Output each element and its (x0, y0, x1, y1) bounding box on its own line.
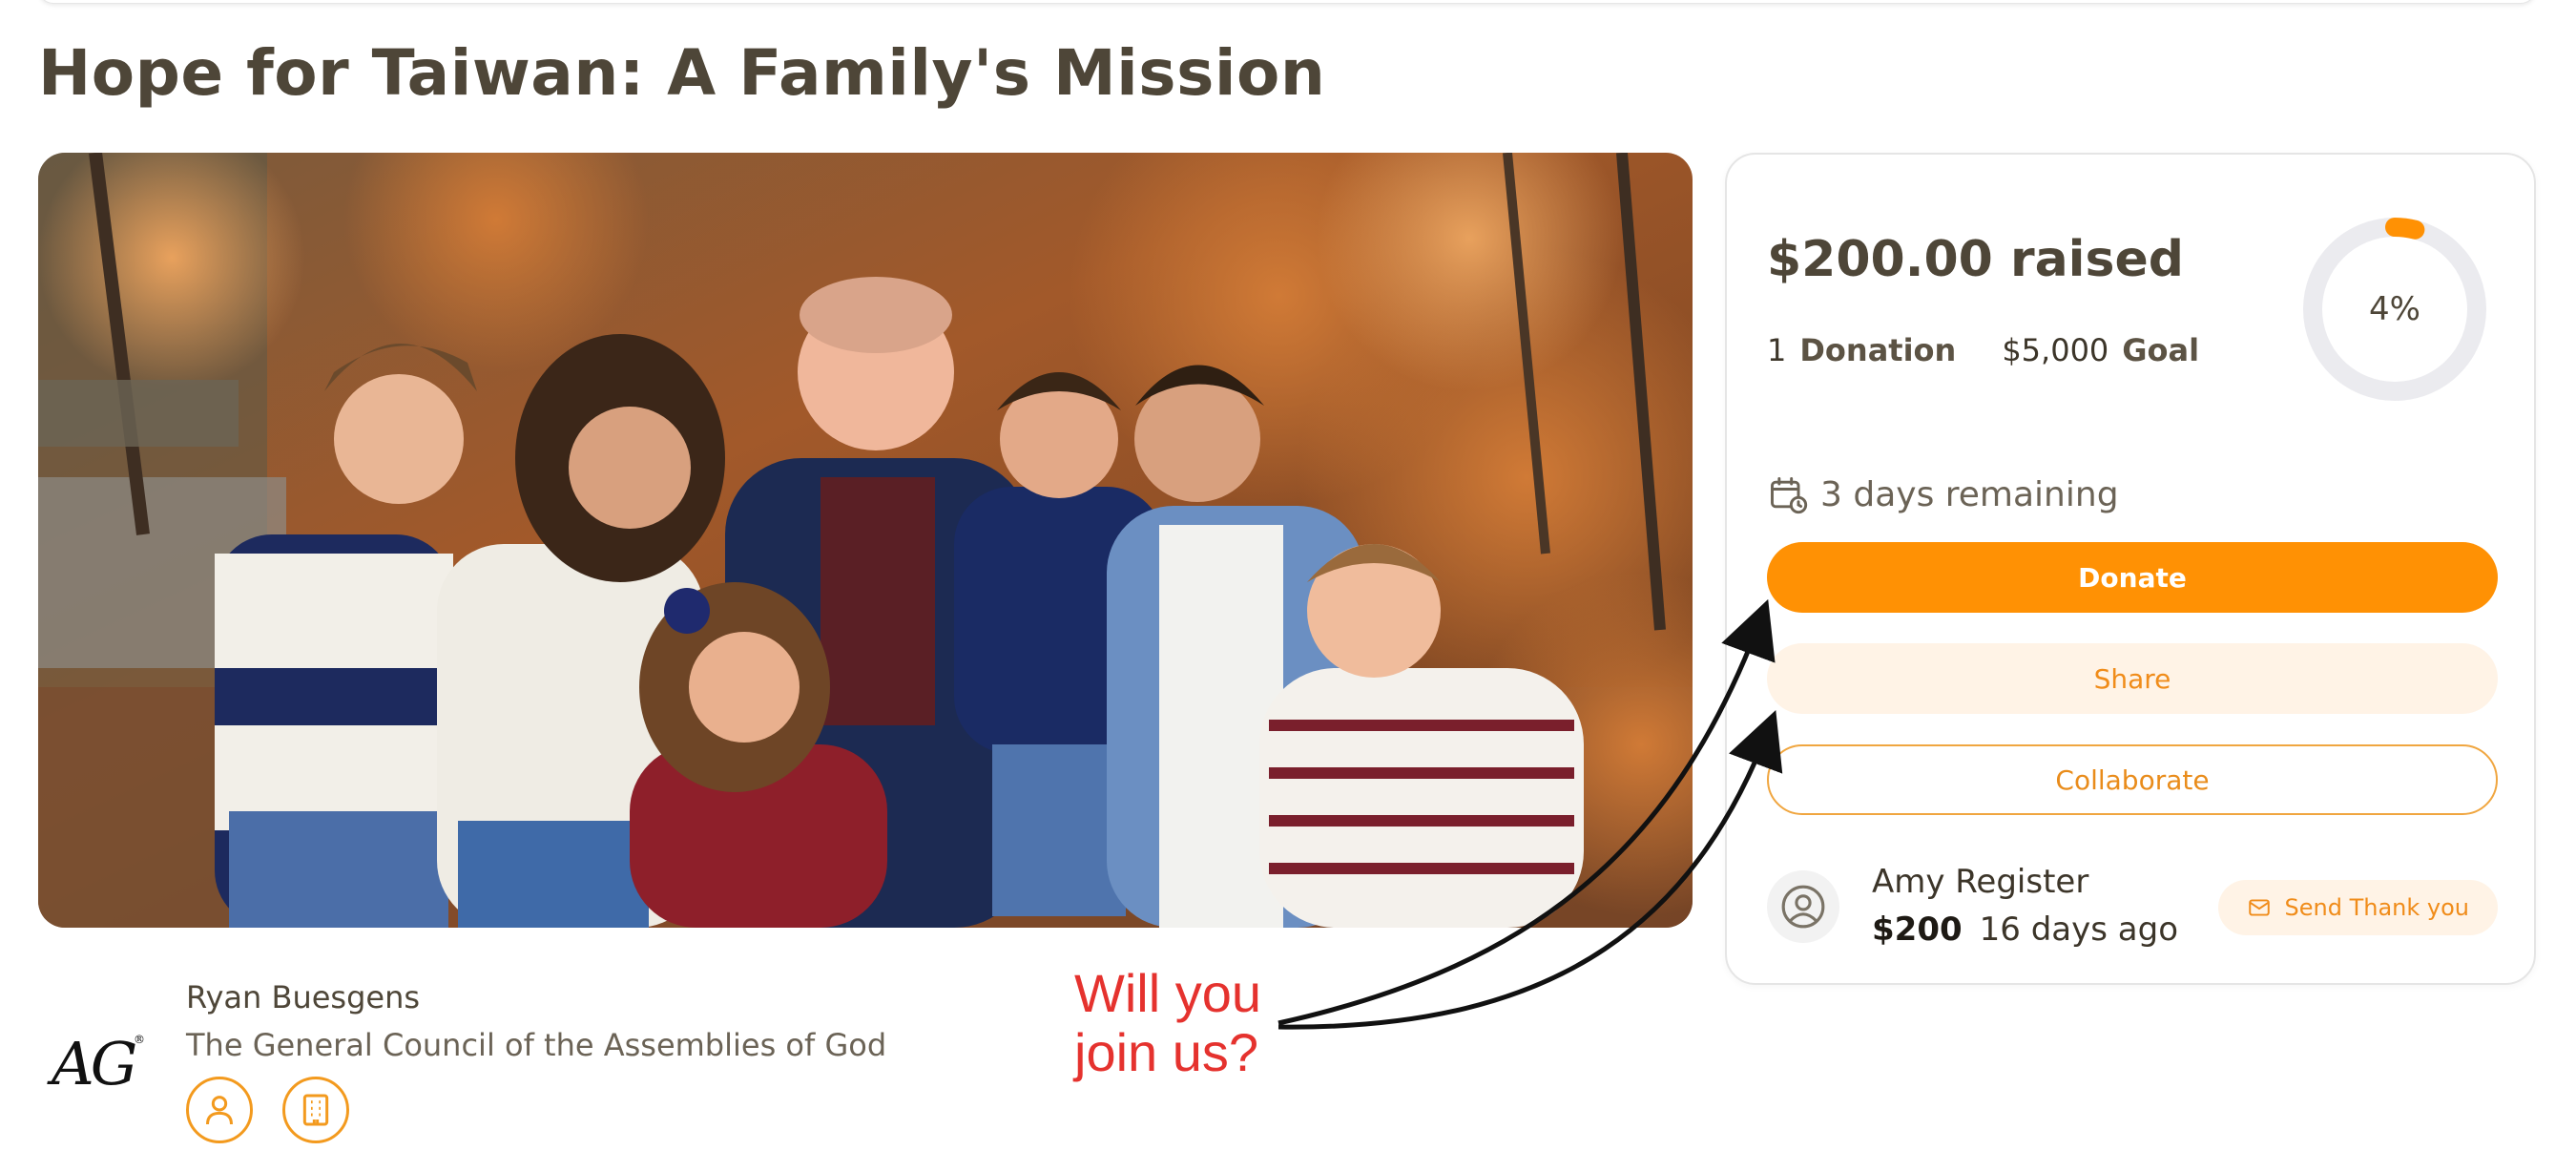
annotation-line-1: Will you (1074, 963, 1262, 1023)
organization-logo: AG ® (52, 1029, 147, 1099)
annotation-line-2: join us? (1074, 1022, 1259, 1082)
organization-logo-text: AG (52, 1029, 137, 1099)
person-icon (206, 1096, 233, 1125)
recent-donation: Amy Register $200 16 days ago Send Thank… (1767, 859, 2498, 954)
donation-label: Donation (1799, 332, 1957, 368)
call-to-action-annotation: Will you join us? (1074, 964, 1261, 1082)
collaborate-button[interactable]: Collaborate (1767, 744, 2498, 815)
previous-section-card-edge (38, 0, 2536, 4)
donation-stats: 1 Donation $5,000 Goal (1767, 332, 2199, 368)
organization-logo-mark: ® (134, 1033, 145, 1046)
donor-avatar (1767, 870, 1839, 943)
mail-icon (2248, 899, 2270, 916)
send-thank-you-button[interactable]: Send Thank you (2217, 880, 2498, 935)
calendar-clock-icon (1771, 477, 1808, 514)
time-remaining: 3 days remaining (1767, 473, 2119, 515)
page-title: Hope for Taiwan: A Family's Mission (38, 36, 1326, 110)
donor-meta: $200 16 days ago (1872, 910, 2178, 949)
time-remaining-text: 3 days remaining (1820, 474, 2119, 514)
donor-time: 16 days ago (1979, 910, 2178, 949)
send-thank-you-label: Send Thank you (2284, 894, 2470, 921)
goal-label: Goal (2122, 332, 2200, 368)
donor-name: Amy Register (1872, 863, 2089, 901)
donor-amount: $200 (1872, 910, 1963, 949)
progress-percent: 4% (2369, 290, 2420, 328)
user-circle-icon (1781, 885, 1825, 929)
donate-button[interactable]: Donate (1767, 542, 2498, 613)
organization-profile-button[interactable] (282, 1077, 349, 1143)
building-icon (302, 1094, 329, 1126)
organization-name[interactable]: The General Council of the Assemblies of… (186, 1027, 886, 1063)
donation-count: 1 (1767, 332, 1787, 368)
organizer-profile-button[interactable] (186, 1077, 253, 1143)
goal-amount: $5,000 (2002, 332, 2109, 368)
share-button[interactable]: Share (1767, 643, 2498, 714)
donation-summary-card: $200.00 raised 1 Donation $5,000 Goal 4%… (1725, 153, 2536, 985)
organizer-name: Ryan Buesgens (186, 979, 421, 1015)
amount-raised: $200.00 raised (1767, 231, 2184, 288)
campaign-hero-image (38, 153, 1693, 928)
